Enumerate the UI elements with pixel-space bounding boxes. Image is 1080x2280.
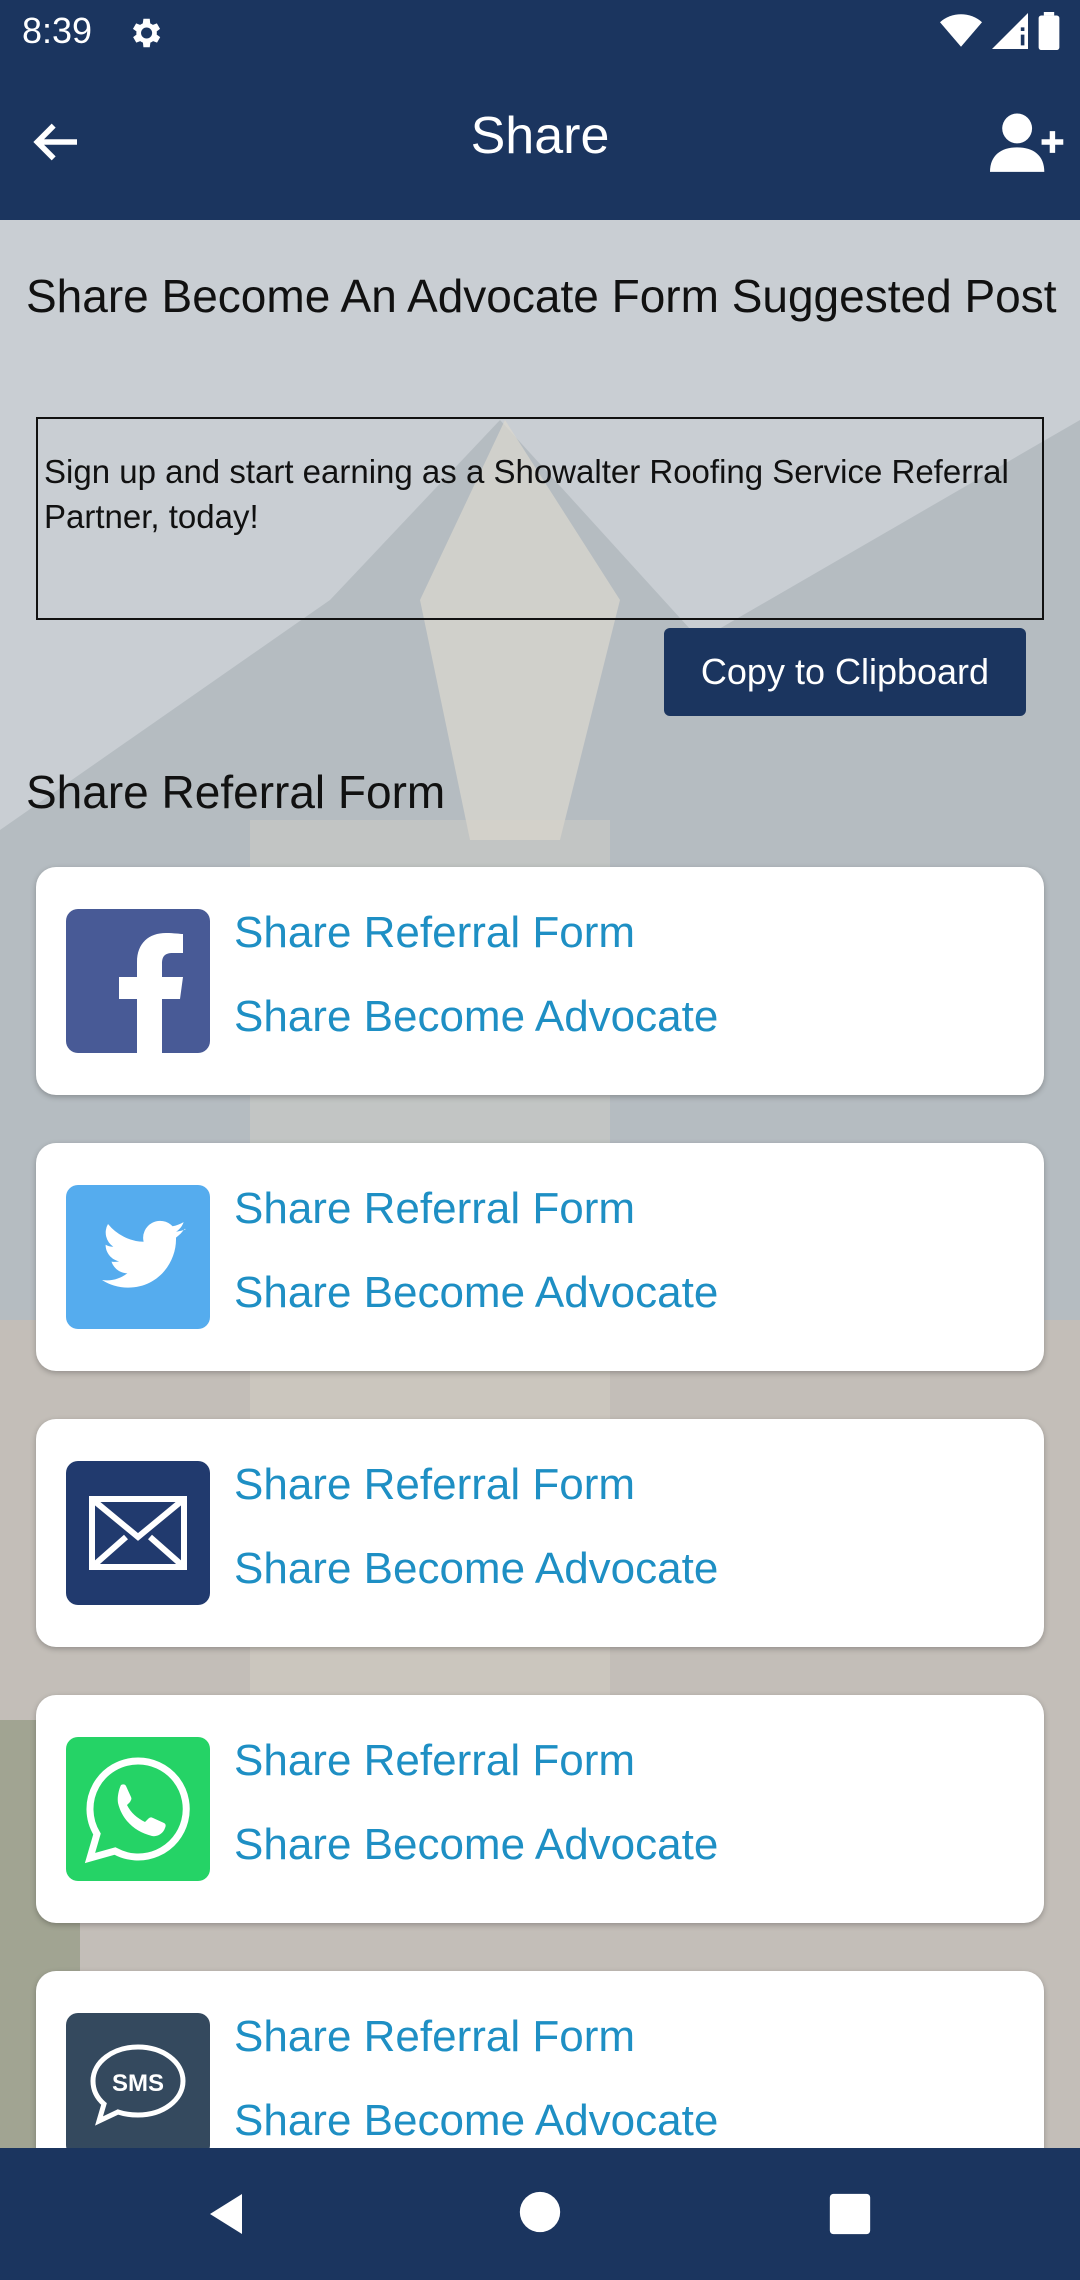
twitter-icon[interactable] — [66, 1185, 210, 1329]
status-time: 8:39 — [22, 10, 93, 51]
status-indicators — [940, 12, 1060, 50]
system-nav-bar — [0, 2148, 1080, 2280]
share-referral-form-link[interactable]: Share Referral Form — [234, 1457, 635, 1513]
sms-icon[interactable]: SMS — [66, 2013, 210, 2148]
share-referral-form-link[interactable]: Share Referral Form — [234, 905, 635, 961]
facebook-share-card: Share Referral Form Share Become Advocat… — [36, 867, 1044, 1095]
suggested-post-text[interactable]: Sign up and start earning as a Showalter… — [36, 417, 1044, 620]
share-become-advocate-link[interactable]: Share Become Advocate — [234, 2093, 718, 2148]
email-share-card: Share Referral Form Share Become Advocat… — [36, 1419, 1044, 1647]
whatsapp-share-card: Share Referral Form Share Become Advocat… — [36, 1695, 1044, 1923]
email-icon[interactable] — [66, 1461, 210, 1605]
share-referral-heading: Share Referral Form — [26, 766, 446, 818]
share-become-advocate-link[interactable]: Share Become Advocate — [234, 1541, 718, 1597]
cell-signal-icon — [992, 13, 1028, 49]
whatsapp-icon[interactable] — [66, 1737, 210, 1881]
share-become-advocate-link[interactable]: Share Become Advocate — [234, 1265, 718, 1321]
app-bar: Share — [0, 66, 1080, 220]
facebook-icon[interactable] — [66, 909, 210, 1053]
share-become-advocate-link[interactable]: Share Become Advocate — [234, 989, 718, 1045]
sms-share-card: SMS Share Referral Form Share Become Adv… — [36, 1971, 1044, 2148]
share-become-advocate-link[interactable]: Share Become Advocate — [234, 1817, 718, 1873]
suggested-post-heading: Share Become An Advocate Form Suggested … — [26, 270, 1057, 322]
share-referral-form-link[interactable]: Share Referral Form — [234, 2009, 635, 2065]
share-referral-form-link[interactable]: Share Referral Form — [234, 1733, 635, 1789]
add-user-icon[interactable] — [990, 108, 1066, 176]
status-bar: 8:39 — [0, 0, 1080, 66]
share-content[interactable]: Share Become An Advocate Form Suggested … — [0, 220, 1080, 2148]
nav-back-icon[interactable] — [202, 2190, 250, 2238]
battery-icon — [1038, 12, 1060, 50]
twitter-share-card: Share Referral Form Share Become Advocat… — [36, 1143, 1044, 1371]
settings-gear-icon — [132, 18, 161, 48]
nav-home-icon[interactable] — [518, 2190, 562, 2234]
copy-to-clipboard-button[interactable]: Copy to Clipboard — [664, 628, 1026, 716]
wifi-icon — [940, 14, 982, 47]
share-referral-form-link[interactable]: Share Referral Form — [234, 1181, 635, 1237]
nav-recents-icon[interactable] — [828, 2192, 872, 2236]
svg-text:SMS: SMS — [112, 2070, 164, 2097]
page-title: Share — [470, 107, 610, 165]
